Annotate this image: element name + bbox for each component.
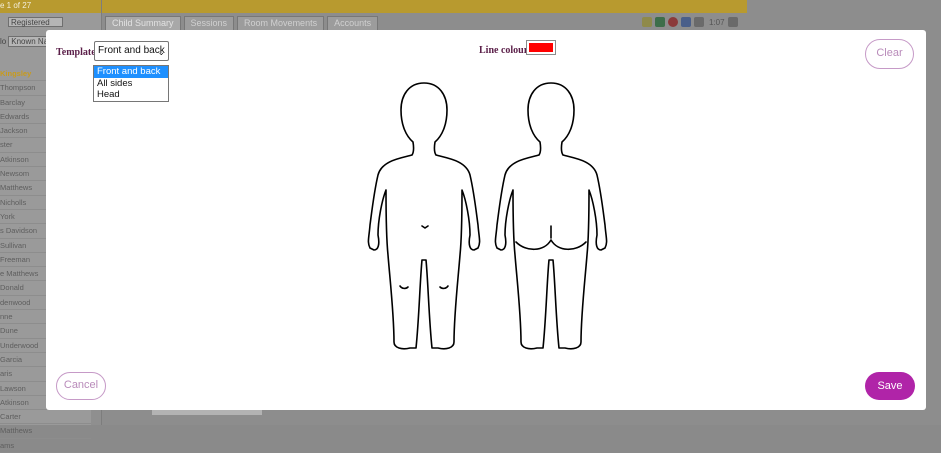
- template-option-head[interactable]: Head: [94, 89, 168, 101]
- body-map-canvas[interactable]: [364, 80, 614, 352]
- template-selected-value: Front and back: [98, 45, 165, 56]
- record-counter: e 1 of 27: [0, 1, 32, 10]
- template-option-front-and-back[interactable]: Front and back: [94, 66, 168, 78]
- toolbar-icons: 1:07: [642, 17, 738, 27]
- document-icon[interactable]: [681, 17, 691, 27]
- template-select[interactable]: Front and back ⌄: [94, 41, 169, 61]
- cancel-button[interactable]: Cancel: [56, 372, 106, 400]
- body-map-modal: Template Front and back ⌄ Front and back…: [46, 30, 926, 410]
- child-name-item[interactable]: Carter: [0, 410, 91, 425]
- chevron-down-icon: ⌄: [157, 47, 165, 57]
- body-outline-back: [494, 82, 608, 350]
- pencil-icon[interactable]: [642, 17, 652, 27]
- main-header-bar: [102, 0, 747, 13]
- template-options-list: Front and back All sides Head: [93, 65, 169, 102]
- line-colour-swatch: [529, 43, 553, 52]
- known-prefix: lo: [0, 37, 7, 46]
- main-tabs: Child Summary Sessions Room Movements Ac…: [102, 16, 379, 31]
- stop-icon[interactable]: [668, 17, 678, 27]
- tab-sessions[interactable]: Sessions: [183, 16, 235, 31]
- save-button[interactable]: Save: [865, 372, 915, 400]
- body-outline-front: [367, 82, 481, 350]
- status-filter-select[interactable]: Registered: [8, 17, 63, 27]
- template-label: Template: [56, 47, 96, 58]
- play-icon[interactable]: [727, 17, 738, 27]
- tab-room-movements[interactable]: Room Movements: [237, 16, 325, 31]
- speaker-icon[interactable]: [694, 17, 704, 27]
- time-display: 1:07: [709, 17, 725, 27]
- child-name-item[interactable]: ams: [0, 439, 91, 453]
- medical-icon[interactable]: [655, 17, 665, 27]
- clear-button[interactable]: Clear: [865, 39, 914, 69]
- template-option-all-sides[interactable]: All sides: [94, 78, 168, 90]
- line-colour-picker[interactable]: [526, 40, 556, 55]
- sidebar-header-bar: e 1 of 27: [0, 0, 101, 13]
- sidebar-scrollbar[interactable]: [91, 410, 101, 425]
- tab-child-summary[interactable]: Child Summary: [105, 16, 181, 31]
- tab-accounts[interactable]: Accounts: [327, 16, 379, 31]
- child-name-item[interactable]: Matthews: [0, 424, 91, 439]
- line-colour-label: Line colour: [479, 45, 529, 56]
